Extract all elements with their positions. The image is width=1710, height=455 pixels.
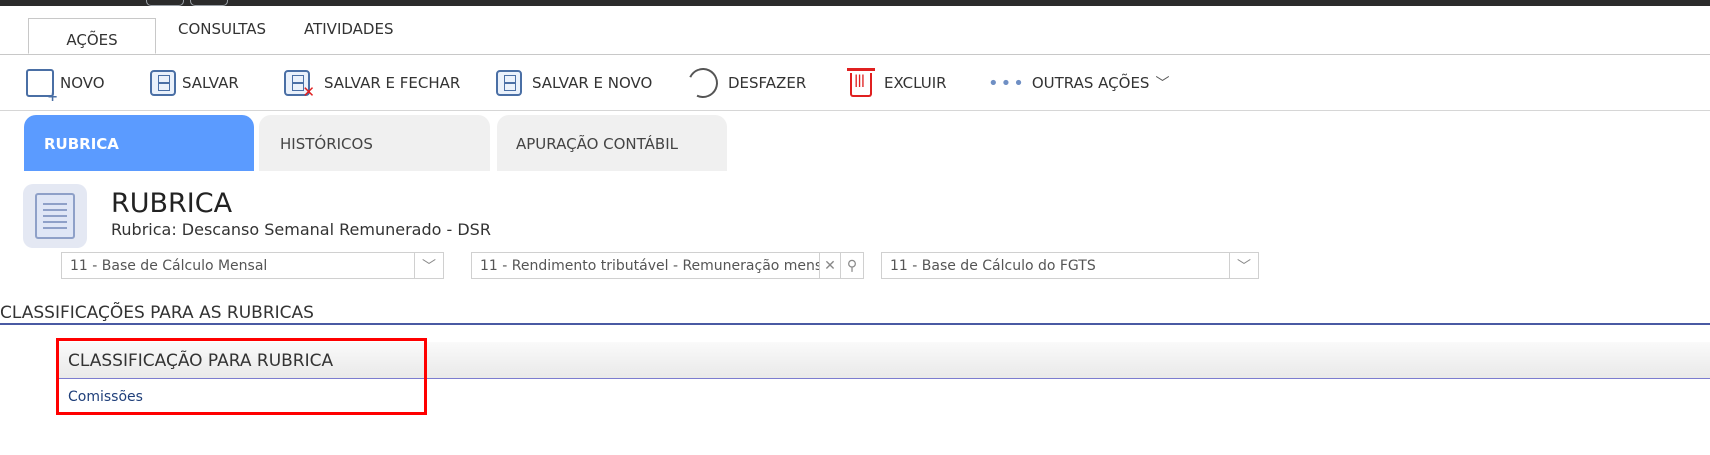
outras-acoes-button[interactable]: ••• OUTRAS AÇÕES ﹀ — [988, 68, 1169, 98]
dots-icon: ••• — [988, 72, 1026, 94]
salvar-novo-button[interactable]: SALVAR E NOVO — [496, 68, 652, 98]
rendimento-tributavel-lookup[interactable]: 11 - Rendimento tributável - Remuneração… — [471, 252, 864, 279]
tab-apuracao-contabil[interactable]: APURAÇÃO CONTÁBIL — [497, 115, 727, 171]
outras-acoes-label: OUTRAS AÇÕES — [1031, 74, 1150, 92]
action-toolbar: NOVO SALVAR ✕ SALVAR E FECHAR SALVAR E N… — [0, 55, 1710, 111]
document-icon — [23, 184, 87, 248]
tab-atividades[interactable]: ATIVIDADES — [304, 20, 393, 38]
chevron-down-icon[interactable]: ﹀ — [414, 253, 443, 278]
desfazer-label: DESFAZER — [728, 74, 807, 92]
field-value: 11 - Base de Cálculo Mensal — [70, 257, 268, 274]
save-icon — [150, 70, 176, 96]
tab-consultas[interactable]: CONSULTAS — [178, 20, 266, 38]
novo-button[interactable]: NOVO — [26, 68, 105, 105]
page-subtitle: Rubrica: Descanso Semanal Remunerado - D… — [111, 220, 491, 239]
tab-rubrica[interactable]: RUBRICA — [24, 115, 254, 171]
salvar-novo-label: SALVAR E NOVO — [532, 74, 653, 92]
salvar-button[interactable]: SALVAR — [150, 68, 239, 98]
excluir-button[interactable]: EXCLUIR — [847, 68, 947, 98]
search-icon[interactable]: ⚲ — [840, 253, 863, 278]
trash-icon — [847, 68, 875, 97]
excluir-label: EXCLUIR — [884, 74, 947, 92]
tab-acoes[interactable]: AÇÕES — [28, 18, 156, 54]
base-calculo-mensal-select[interactable]: 11 - Base de Cálculo Mensal ﹀ — [61, 252, 444, 279]
field-value: 11 - Base de Cálculo do FGTS — [890, 257, 1096, 274]
salvar-label: SALVAR — [182, 74, 239, 92]
new-icon — [26, 69, 58, 105]
page-title: RUBRICA — [111, 188, 233, 219]
chevron-down-icon[interactable]: ﹀ — [1229, 253, 1258, 278]
chevron-down-icon: ﹀ — [1155, 76, 1170, 92]
save-close-icon: ✕ — [284, 70, 315, 101]
novo-label: NOVO — [60, 74, 105, 92]
section-title: CLASSIFICAÇÕES PARA AS RUBRICAS — [0, 303, 314, 323]
salvar-fechar-label: SALVAR E FECHAR — [324, 74, 461, 92]
tab-historicos[interactable]: HISTÓRICOS — [259, 115, 490, 171]
save-new-icon — [496, 70, 522, 96]
clear-icon[interactable]: ✕ — [819, 253, 840, 278]
section-divider — [0, 323, 1710, 325]
desfazer-button[interactable]: DESFAZER — [683, 63, 807, 103]
undo-icon — [683, 63, 723, 103]
field-value: 11 - Rendimento tributável - Remuneração… — [480, 257, 819, 274]
base-calculo-fgts-select[interactable]: 11 - Base de Cálculo do FGTS ﹀ — [881, 252, 1259, 279]
highlight-box — [56, 338, 427, 415]
salvar-fechar-button[interactable]: ✕ SALVAR E FECHAR — [284, 68, 461, 101]
top-tabs: AÇÕES CONSULTAS ATIVIDADES — [0, 6, 1710, 55]
